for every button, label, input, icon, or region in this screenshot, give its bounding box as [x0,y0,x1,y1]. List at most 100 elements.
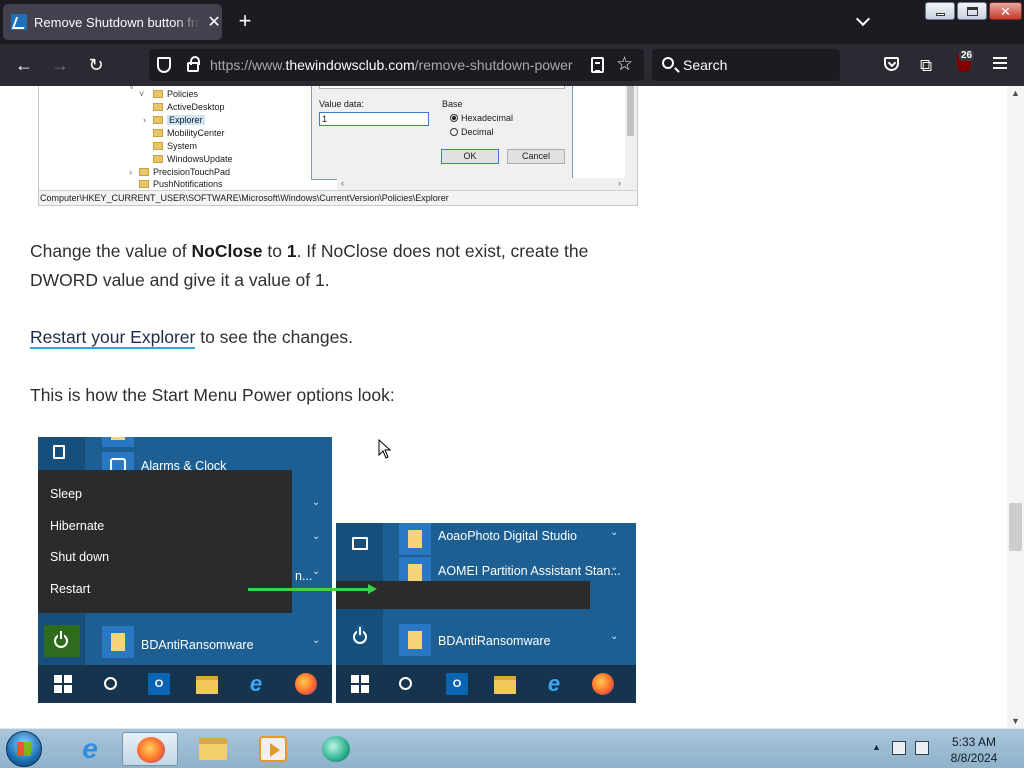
url-text[interactable]: https://www.thewindowsclub.com/remove-sh… [210,57,576,73]
reload-icon[interactable]: ↻ [85,55,107,75]
scroll-down-arrow-icon[interactable]: ▼ [1007,714,1024,728]
base-label: Base [442,99,463,109]
registry-horizontal-scrollbar: ‹ › [337,178,625,190]
reader-view-icon[interactable] [591,57,604,73]
win10-taskbar: O e [38,665,332,703]
tab-title: Remove Shutdown button from Start Menu [34,14,201,30]
close-tab-icon[interactable]: ✕ [206,12,222,32]
power-restart: Restart [50,582,91,596]
hamburger-menu-icon[interactable] [993,57,1007,69]
start-button[interactable] [6,731,42,767]
ok-button: OK [441,149,499,164]
close-window-button[interactable]: ✕ [989,2,1022,20]
scrollbar-thumb[interactable] [1009,503,1022,551]
tracking-protection-shield-icon[interactable] [157,57,171,73]
maximize-button[interactable] [957,2,987,20]
tree-item: System [153,141,197,151]
clock-time: 5:33 AM [951,735,997,749]
network-icon[interactable] [892,741,906,755]
restart-explorer-link[interactable]: Restart your Explorer [30,327,196,349]
value-data-input: 1 [319,112,429,126]
lock-icon[interactable] [187,56,200,72]
address-bar[interactable]: https://www.thewindowsclub.com/remove-sh… [149,49,644,81]
radio-hexadecimal: Hexadecimal [450,113,513,123]
power-sleep: Sleep [50,487,82,501]
pocket-icon[interactable] [884,57,899,71]
tree-item: › PrecisionTouchPad [129,167,231,177]
browser-tab[interactable]: Remove Shutdown button from Start Menu ✕ [3,4,222,40]
app-aomei: AOMEI Partition Assistant Stan... [438,564,621,578]
paragraph-power-options: This is how the Start Menu Power options… [30,385,395,405]
file-explorer-icon [196,676,218,694]
tab-strip: Remove Shutdown button from Start Menu ✕… [0,0,1024,44]
paragraph-restart-explorer: Restart your Explorer to see the changes… [30,327,353,349]
new-tab-button[interactable]: + [234,10,256,32]
search-icon [104,677,117,690]
tree-item: ˅ Policies [139,89,199,99]
value-data-label: Value data: [319,99,364,109]
paragraph-change-value: Change the value of NoClose to 1. If NoC… [30,241,589,290]
bookmark-star-icon[interactable]: ☆ [616,53,633,76]
start-menu-screenshot-after: AoaoPhoto Digital Studio ⌄ AOMEI Partiti… [336,523,636,703]
tree-item: WindowsUpdate [153,154,233,164]
show-hidden-icons-icon[interactable]: ▲ [872,742,881,752]
outlook-icon: O [148,673,170,695]
taskbar-media-player[interactable] [245,732,301,766]
firefox-icon [592,673,614,695]
registry-status-path: Computer\HKEY_CURRENT_USER\SOFTWARE\Micr… [39,190,637,205]
taskbar-firefox[interactable] [122,732,178,766]
search-icon [399,677,412,690]
scroll-up-arrow-icon[interactable]: ▲ [1007,86,1024,100]
registry-vertical-scrollbar [625,86,637,190]
power-hibernate: Hibernate [50,519,105,533]
tree-item-selected: › Explorer [143,115,205,125]
cancel-button: Cancel [507,149,565,164]
navigation-toolbar: ← → ↻ https://www.thewindowsclub.com/rem… [0,44,1024,86]
taskbar-internet-explorer[interactable]: e [62,732,118,766]
comparison-arrow-head [368,584,377,594]
media-player-icon [259,736,287,762]
edit-dword-dialog: Value data: 1 Base Hexadecimal Decimal O… [311,86,573,180]
search-placeholder: Search [683,57,728,73]
system-clock[interactable]: 5:33 AM 8/8/2024 [946,734,1002,766]
taskbar-file-explorer[interactable] [185,732,241,766]
minimize-button[interactable] [925,2,955,20]
power-icon [353,627,367,644]
document-icon [53,445,65,459]
tree-item: ActiveDesktop [153,102,225,112]
firefox-icon [295,673,317,695]
app-bdantiransomware: BDAntiRansomware [438,634,551,648]
power-options-menu: Sleep Hibernate Shut down Restart [38,470,292,613]
back-arrow-icon[interactable]: ← [13,55,35,75]
folder-icon [199,738,227,760]
pictures-icon [352,537,368,550]
win10-taskbar: O e [336,665,636,703]
taskbar-green-app[interactable] [308,732,364,766]
list-all-tabs-chevron-icon[interactable] [854,11,874,31]
app-aoaophoto: AoaoPhoto Digital Studio [438,529,577,543]
tree-item: MobilityCenter [153,128,225,138]
comparison-arrow [248,588,368,591]
internet-explorer-icon: e [547,671,561,696]
extensions-puzzle-icon[interactable]: ⧉ [920,56,932,76]
page-scrollbar[interactable]: ▲ ▼ [1007,86,1024,728]
search-icon [662,57,674,69]
app-icon [322,736,350,762]
power-icon [54,631,68,648]
volume-muted-icon[interactable] [915,741,929,755]
app-bdantiransomware: BDAntiRansomware [141,638,254,652]
outlook-icon: O [446,673,468,695]
search-box[interactable]: Search [652,49,840,81]
app-partial-label: n... [295,569,313,583]
screen: Remove Shutdown button from Start Menu ✕… [0,0,1024,768]
radio-decimal: Decimal [450,127,494,137]
forward-arrow-icon[interactable]: → [49,55,71,75]
blocked-count-badge: 26 [959,50,975,61]
start-menu-screenshot-before: Alarms & Clock ⌄ ⌄ ⌄ n... Sleep Hibernat… [38,437,332,703]
value-name-field [319,86,565,89]
tree-item: ›PushNotifications [139,179,223,189]
clock-date: 8/8/2024 [950,751,998,765]
file-explorer-icon [494,676,516,694]
windows-start-icon [52,673,74,695]
windows-taskbar: e ▲ 5:33 AM 8/8/2024 [0,728,1024,768]
